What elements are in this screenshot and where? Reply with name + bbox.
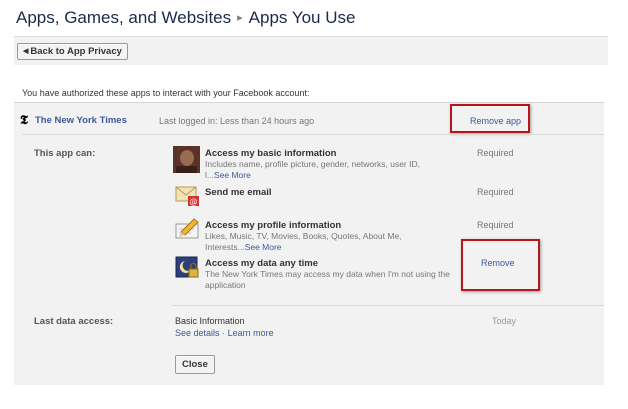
divider <box>172 305 604 306</box>
learn-more-link[interactable]: Learn more <box>228 328 274 338</box>
breadcrumb: Apps, Games, and Websites ▸ Apps You Use <box>16 8 355 28</box>
profile-pencil-icon <box>175 218 201 244</box>
app-name-link[interactable]: The New York Times <box>35 115 127 126</box>
back-button-label: Back to App Privacy <box>30 46 122 57</box>
highlight-box-remove <box>461 239 540 291</box>
permission-title: Access my basic information <box>205 148 337 159</box>
link-separator: · <box>222 328 226 338</box>
permission-title: Access my profile information <box>205 220 342 231</box>
envelope-icon: @ <box>175 184 201 210</box>
permission-description: The New York Times may access my data wh… <box>205 269 450 290</box>
divider <box>22 134 604 135</box>
authorized-apps-text: You have authorized these apps to intera… <box>22 88 310 98</box>
close-button[interactable]: Close <box>175 355 215 374</box>
last-logged-in: Last logged in: Less than 24 hours ago <box>159 116 315 126</box>
last-data-access-value: Basic Information <box>175 316 245 326</box>
breadcrumb-separator: ▸ <box>237 12 243 24</box>
see-more-link[interactable]: See More <box>214 170 251 180</box>
svg-text:@: @ <box>190 197 198 206</box>
status-required: Required <box>477 220 514 230</box>
permission-description: Includes name, profile picture, gender, … <box>205 159 420 180</box>
last-data-access-label: Last data access: <box>34 316 114 327</box>
page-title: Apps You Use <box>248 8 356 27</box>
toolbar: ◀ Back to App Privacy <box>14 36 608 65</box>
profile-photo <box>173 146 200 173</box>
details-links: See details · Learn more <box>175 328 274 338</box>
status-required: Required <box>477 187 514 197</box>
nyt-logo-icon: 𝕿 <box>20 113 28 128</box>
this-app-can-label: This app can: <box>34 148 96 159</box>
permission-description: Likes, Music, TV, Movies, Books, Quotes,… <box>205 231 402 252</box>
permission-title: Send me email <box>205 187 272 198</box>
see-details-link[interactable]: See details <box>175 328 220 338</box>
permission-title: Access my data any time <box>205 258 319 269</box>
breadcrumb-root[interactable]: Apps, Games, and Websites <box>16 8 231 27</box>
offline-access-icon <box>175 256 201 282</box>
back-to-app-privacy-button[interactable]: ◀ Back to App Privacy <box>17 43 128 60</box>
see-more-link[interactable]: See More <box>245 242 282 252</box>
status-required: Required <box>477 148 514 158</box>
back-arrow-icon: ◀ <box>23 48 29 55</box>
highlight-box-remove-app <box>450 104 530 133</box>
last-access-time: Today <box>492 316 517 326</box>
